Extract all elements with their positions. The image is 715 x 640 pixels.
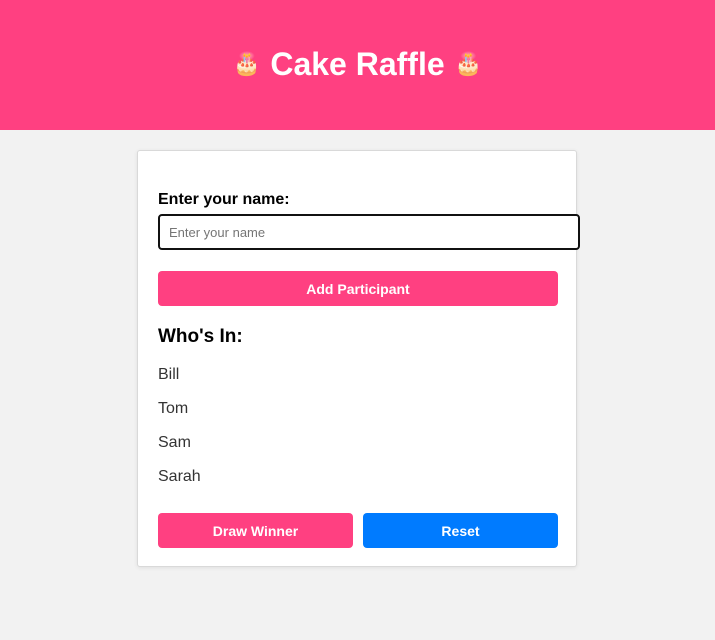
- reset-button[interactable]: Reset: [363, 513, 558, 548]
- participant-item: Sam: [158, 434, 191, 451]
- participant-item: Bill: [158, 366, 180, 383]
- page-title: 🎂 Cake Raffle 🎂: [233, 46, 482, 83]
- name-input[interactable]: [158, 214, 580, 250]
- participants-heading: Who's In:: [158, 326, 243, 347]
- page-title-text: Cake Raffle: [270, 45, 445, 82]
- participant-list: Bill Tom Sam Sarah: [158, 365, 201, 501]
- cake-icon: 🎂: [232, 51, 261, 76]
- raffle-card: Enter your name: Add Participant Who's I…: [137, 150, 580, 567]
- participant-item: Sarah: [158, 468, 201, 485]
- page-header: 🎂 Cake Raffle 🎂: [0, 0, 715, 130]
- draw-winner-button[interactable]: Draw Winner: [158, 513, 353, 548]
- participant-item: Tom: [158, 400, 189, 417]
- name-label: Enter your name:: [158, 191, 290, 208]
- cake-icon: 🎂: [454, 51, 483, 76]
- add-participant-button[interactable]: Add Participant: [158, 271, 558, 306]
